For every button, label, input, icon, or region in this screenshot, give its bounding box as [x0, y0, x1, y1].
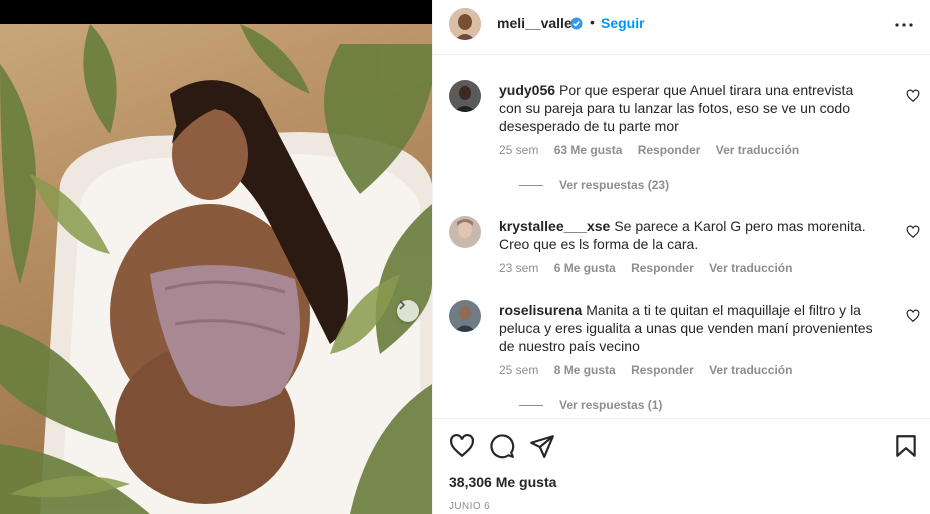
heart-icon[interactable] [449, 433, 475, 459]
avatar-image [449, 216, 481, 248]
replies-line [519, 185, 543, 187]
verified-badge-icon [570, 17, 583, 30]
comment-likes[interactable]: 8 Me gusta [554, 363, 616, 377]
post-media[interactable] [0, 0, 432, 514]
comment-text-block: roselisurena Manita a ti te quitan el maq… [499, 301, 879, 355]
heart-icon[interactable] [906, 225, 920, 239]
reply-button[interactable]: Responder [631, 363, 694, 377]
comment-avatar[interactable] [449, 216, 481, 248]
comment-time: 23 sem [499, 261, 539, 275]
bookmark-icon[interactable] [893, 433, 919, 459]
post-side-panel: meli__valle • Seguir yudy056 Por que esp… [433, 0, 930, 514]
view-replies-label: Ver respuestas (1) [559, 398, 663, 412]
translate-button[interactable]: Ver traducción [709, 261, 792, 275]
comment-username[interactable]: krystallee___xse [499, 218, 610, 234]
post-actions: 38,306 Me gusta JUNIO 6 [433, 418, 930, 514]
post-date: JUNIO 6 [449, 501, 491, 512]
heart-icon[interactable] [906, 89, 920, 103]
share-icon[interactable] [529, 433, 555, 459]
translate-button[interactable]: Ver traducción [716, 143, 799, 157]
post-photo[interactable] [0, 24, 432, 514]
follow-button[interactable]: Seguir [601, 15, 645, 31]
view-replies-button[interactable]: Ver respuestas (1) [519, 398, 662, 412]
view-replies-button[interactable]: Ver respuestas (23) [519, 178, 669, 192]
view-replies-label: Ver respuestas (23) [559, 178, 670, 192]
separator-dot: • [590, 14, 595, 30]
post-header: meli__valle • Seguir [433, 0, 930, 55]
post-username[interactable]: meli__valle [497, 15, 572, 31]
replies-line [519, 405, 543, 407]
comment-icon[interactable] [489, 433, 515, 459]
reply-button[interactable]: Responder [631, 261, 694, 275]
comment-avatar[interactable] [449, 300, 481, 332]
chevron-right-icon [399, 300, 406, 310]
comment-text-block: yudy056 Por que esperar que Anuel tirara … [499, 81, 879, 135]
comment-username[interactable]: yudy056 [499, 82, 555, 98]
comment-meta: 25 sem 63 Me gusta Responder Ver traducc… [499, 143, 811, 157]
avatar-image [449, 8, 481, 40]
comment-likes[interactable]: 6 Me gusta [554, 261, 616, 275]
avatar[interactable] [449, 8, 481, 40]
next-photo-button[interactable] [397, 300, 419, 322]
avatar-image [449, 80, 481, 112]
comment-avatar[interactable] [449, 80, 481, 112]
comment-meta: 25 sem 8 Me gusta Responder Ver traducci… [499, 363, 804, 377]
translate-button[interactable]: Ver traducción [709, 363, 792, 377]
more-options-icon [895, 23, 913, 27]
comment-text-block: krystallee___xse Se parece a Karol G pero… [499, 217, 879, 253]
likes-count[interactable]: 38,306 Me gusta [449, 474, 556, 490]
comments-list[interactable]: yudy056 Por que esperar que Anuel tirara … [433, 56, 930, 418]
heart-icon[interactable] [906, 309, 920, 323]
avatar-image [449, 300, 481, 332]
comment-username[interactable]: roselisurena [499, 302, 582, 318]
post-photo-illustration [0, 24, 432, 514]
reply-button[interactable]: Responder [638, 143, 701, 157]
comment-meta: 23 sem 6 Me gusta Responder Ver traducci… [499, 261, 804, 275]
comment-time: 25 sem [499, 363, 539, 377]
more-options-button[interactable] [893, 14, 915, 36]
media-top-bar [0, 0, 432, 24]
comment-time: 25 sem [499, 143, 539, 157]
comment-likes[interactable]: 63 Me gusta [554, 143, 623, 157]
